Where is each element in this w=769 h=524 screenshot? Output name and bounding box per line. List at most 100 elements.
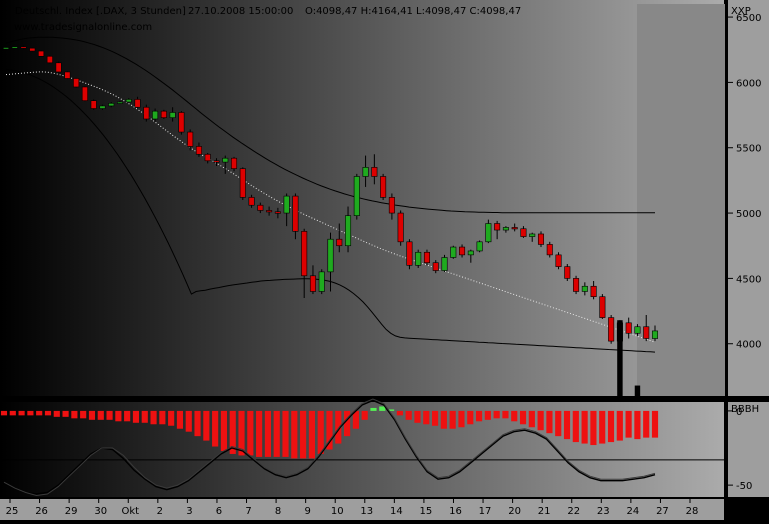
price-panel-background [0, 0, 724, 396]
candle-body [213, 160, 220, 163]
histogram-bar [396, 410, 403, 416]
candle-body [55, 62, 62, 73]
histogram-bar [88, 410, 96, 420]
histogram-bar [379, 406, 386, 411]
candle-body [511, 227, 518, 230]
candle-body [634, 326, 641, 334]
candle-body [81, 86, 88, 101]
candle-body [274, 211, 281, 214]
candle-body [20, 46, 27, 49]
candle-body [555, 254, 562, 267]
indicator-axis-label: BBBH [731, 404, 759, 415]
candle-body [485, 223, 492, 243]
histogram-bar [291, 410, 298, 459]
candle-body [283, 195, 290, 214]
candle-body [257, 204, 264, 211]
x-tick-label: 26 [35, 506, 48, 517]
x-tick-label: 20 [508, 506, 521, 517]
histogram-bar [194, 410, 201, 437]
histogram-bar [467, 410, 474, 425]
histogram-bar [555, 410, 562, 437]
histogram-bar [18, 410, 25, 416]
histogram-bar [168, 410, 175, 426]
candle-body [231, 157, 238, 169]
candle-body [38, 50, 45, 57]
chart-title: Deutschl. Index [.DAX, 3 Stunden] [15, 6, 186, 17]
histogram-bar [115, 410, 122, 422]
candle-body [239, 168, 246, 198]
x-tick-label: 10 [331, 506, 344, 517]
x-tick-label: 17 [479, 506, 492, 517]
candle-body [450, 246, 457, 258]
x-tick-label: 15 [420, 506, 433, 517]
candle-body [301, 231, 308, 277]
candle-body [73, 78, 80, 88]
y-tick-label: 5000 [736, 209, 761, 220]
x-tick-label: 28 [686, 506, 699, 517]
candle-body [90, 100, 97, 109]
candle-body [108, 103, 115, 107]
candle-body [309, 275, 316, 292]
y-tick-label: 6000 [736, 78, 761, 89]
histogram-bar [176, 410, 184, 429]
histogram-bar [106, 410, 113, 420]
histogram-bar [616, 410, 623, 441]
histogram-bar [256, 410, 263, 457]
histogram-bar [423, 410, 430, 425]
histogram-bar [414, 410, 421, 423]
candle-body [608, 317, 615, 342]
histogram-bar [625, 410, 632, 438]
histogram-bar [431, 410, 439, 426]
candle-body [441, 257, 448, 271]
candle-body [397, 212, 404, 243]
histogram-bar [361, 410, 368, 420]
price-axis-background [728, 0, 769, 396]
x-tick-label: 27 [656, 506, 669, 517]
histogram-bar [344, 410, 351, 437]
chart-svg: 25 26 29 30 Okt 2 3 6 7 8 9 10 13 14 15 16 17 20 21 22 23 24 2… [0, 0, 769, 520]
indicator-tick-label: -50 [736, 481, 752, 492]
candle-body [178, 112, 185, 133]
x-tick-label: 29 [65, 506, 78, 517]
candle-body [388, 197, 395, 214]
x-tick-label: 25 [6, 506, 19, 517]
candle-body [266, 210, 273, 213]
histogram-bar [440, 410, 447, 429]
x-tick-label: 30 [94, 506, 107, 517]
candle-body [222, 157, 229, 163]
histogram-bar [9, 410, 16, 416]
panel-separator [0, 396, 769, 402]
histogram-bar [651, 410, 659, 438]
candle-body [345, 215, 352, 247]
histogram-bar [282, 410, 289, 457]
histogram-bar [449, 410, 456, 429]
candle-body [318, 271, 325, 292]
histogram-bar [264, 410, 271, 457]
candle-body [134, 99, 141, 108]
histogram-bar [308, 410, 315, 459]
histogram-bar [53, 410, 60, 417]
candle-body [573, 278, 580, 292]
candle-body [187, 131, 194, 147]
candle-body [46, 55, 53, 64]
histogram-bar [132, 410, 140, 423]
candle-body [529, 233, 536, 237]
candle-body [143, 106, 150, 120]
price-axis-label: XXP [731, 6, 751, 17]
candle-body [29, 47, 36, 52]
histogram-bar [159, 410, 166, 425]
candle-body [590, 285, 597, 297]
candle-body [476, 241, 483, 252]
x-tick-label: 14 [390, 506, 403, 517]
candle-body [625, 322, 632, 334]
histogram-bar [273, 410, 280, 457]
histogram-bar [484, 410, 491, 420]
chart-ohlc-readout: O:4098,47 H:4164,41 L:4098,47 C:4098,47 [305, 6, 521, 17]
histogram-bar [537, 410, 544, 431]
histogram-bar [203, 410, 210, 441]
candle-body [643, 326, 650, 339]
histogram-bar [458, 410, 465, 428]
volume-spike [617, 320, 623, 396]
candle-body [2, 47, 10, 50]
candle-body [432, 262, 439, 271]
